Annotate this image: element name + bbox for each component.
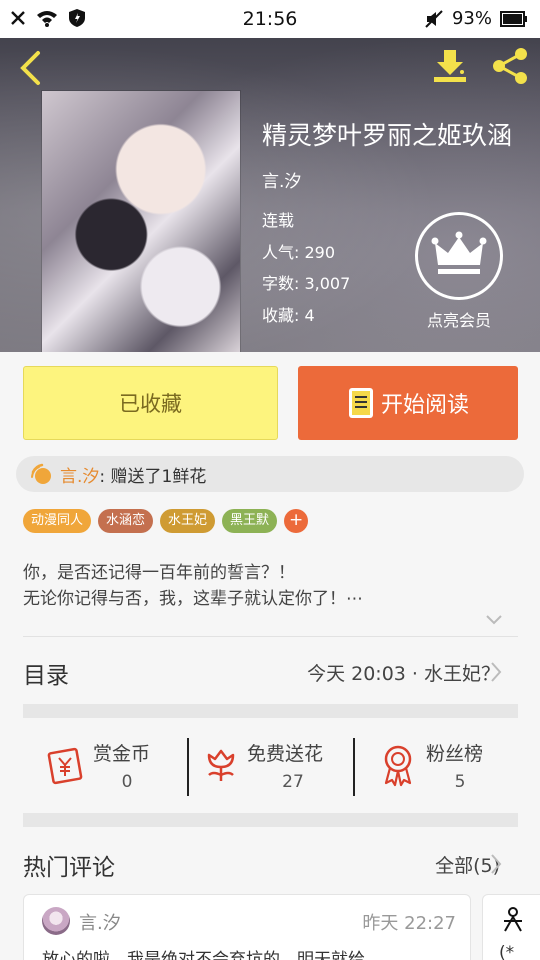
catalog-title[interactable]: 目录 bbox=[23, 656, 69, 690]
tag-list: 动漫同人 水涵恋 水王妃 黑王默 + bbox=[23, 509, 309, 533]
tag-item[interactable]: 水王妃 bbox=[160, 509, 216, 533]
tag-item[interactable]: 水涵恋 bbox=[98, 509, 154, 533]
tag-item[interactable]: 动漫同人 bbox=[23, 509, 92, 533]
avatar[interactable] bbox=[42, 907, 70, 935]
reward-coins-stat[interactable]: 赏金币 0 bbox=[45, 735, 185, 797]
description-line: 你，是否还记得一百年前的誓言？！ bbox=[23, 563, 295, 583]
red-envelope-icon bbox=[47, 747, 83, 785]
stat-label: 粉丝榜 bbox=[426, 743, 484, 765]
stat-value: 5 bbox=[454, 772, 466, 792]
status-bar: 21:56 93% bbox=[0, 0, 540, 38]
award-ribbon-icon bbox=[384, 745, 412, 787]
book-word-count: 字数: 3,007 bbox=[262, 274, 351, 293]
start-reading-button[interactable]: 开始阅读 bbox=[298, 366, 518, 440]
book-icon bbox=[348, 388, 373, 418]
back-icon[interactable] bbox=[14, 48, 48, 88]
avatar bbox=[504, 907, 522, 932]
share-icon[interactable] bbox=[490, 46, 530, 86]
battery-icon bbox=[500, 10, 527, 27]
mute-icon bbox=[425, 9, 443, 28]
comment-time: 昨天 22:27 bbox=[362, 913, 456, 934]
stat-label: 赏金币 bbox=[93, 743, 151, 765]
collected-button[interactable]: 已收藏 bbox=[23, 366, 278, 440]
gift-text: : 赠送了1鲜花 bbox=[99, 466, 207, 487]
book-status: 连载 bbox=[262, 211, 295, 230]
description-line: 无论你记得与否，我，这辈子就认定你了！⋯ bbox=[23, 589, 363, 609]
member-label[interactable]: 点亮会员 bbox=[400, 307, 518, 331]
tag-item[interactable]: 黑王默 bbox=[222, 509, 278, 533]
stat-value: 27 bbox=[282, 772, 304, 792]
latest-chapter[interactable]: 今天 20:03 · 水王妃？ bbox=[307, 659, 500, 686]
gift-banner[interactable]: 言.汐 : 赠送了1鲜花 bbox=[16, 456, 524, 492]
download-icon[interactable] bbox=[430, 46, 470, 86]
comment-text: (* bbox=[499, 943, 515, 960]
add-tag-button[interactable]: + bbox=[284, 509, 309, 533]
start-reading-label: 开始阅读 bbox=[380, 393, 469, 418]
free-flowers-stat[interactable]: 免费送花 27 bbox=[203, 735, 353, 797]
fan-ranking-stat[interactable]: 粉丝榜 5 bbox=[380, 735, 510, 797]
battery-percent: 93% bbox=[451, 8, 492, 29]
section-separator bbox=[23, 704, 518, 718]
section-separator bbox=[23, 813, 518, 827]
book-description[interactable]: 你，是否还记得一百年前的誓言？！ 无论你记得与否，我，这辈子就认定你了！⋯ bbox=[23, 560, 518, 612]
member-button[interactable] bbox=[415, 212, 503, 300]
crown-icon bbox=[431, 231, 487, 274]
book-favorites: 收藏: 4 bbox=[262, 306, 315, 325]
stat-label: 免费送花 bbox=[247, 743, 324, 765]
flower-icon bbox=[31, 463, 51, 484]
book-cover[interactable] bbox=[42, 91, 240, 352]
divider bbox=[23, 636, 518, 637]
collected-label: 已收藏 bbox=[119, 392, 182, 416]
comment-author[interactable]: 言.汐 bbox=[79, 909, 121, 935]
stat-value: 0 bbox=[121, 772, 133, 792]
book-popularity: 人气: 290 bbox=[262, 243, 336, 262]
book-header: 21:56 93% 精灵梦叶罗丽之姬玖涵 言.汐 连载 人气: 290 字数: … bbox=[0, 0, 540, 352]
stat-divider bbox=[187, 738, 189, 796]
comment-card[interactable]: (* bbox=[482, 894, 540, 960]
flower-icon bbox=[207, 749, 235, 781]
chevron-down-icon[interactable] bbox=[484, 612, 504, 628]
chevron-right-icon[interactable] bbox=[490, 853, 502, 875]
book-author[interactable]: 言.汐 bbox=[262, 167, 301, 192]
comment-text: 放心的啦，我是绝对不会弃坑的，明天就给 bbox=[42, 950, 365, 960]
book-title: 精灵梦叶罗丽之姬玖涵 bbox=[262, 121, 513, 150]
chevron-right-icon[interactable] bbox=[490, 661, 502, 683]
gift-sender[interactable]: 言.汐 bbox=[60, 462, 99, 487]
comment-card[interactable]: 言.汐 昨天 22:27 放心的啦，我是绝对不会弃坑的，明天就给 bbox=[23, 894, 471, 960]
stat-divider bbox=[353, 738, 355, 796]
hot-comments-title: 热门评论 bbox=[23, 855, 115, 881]
